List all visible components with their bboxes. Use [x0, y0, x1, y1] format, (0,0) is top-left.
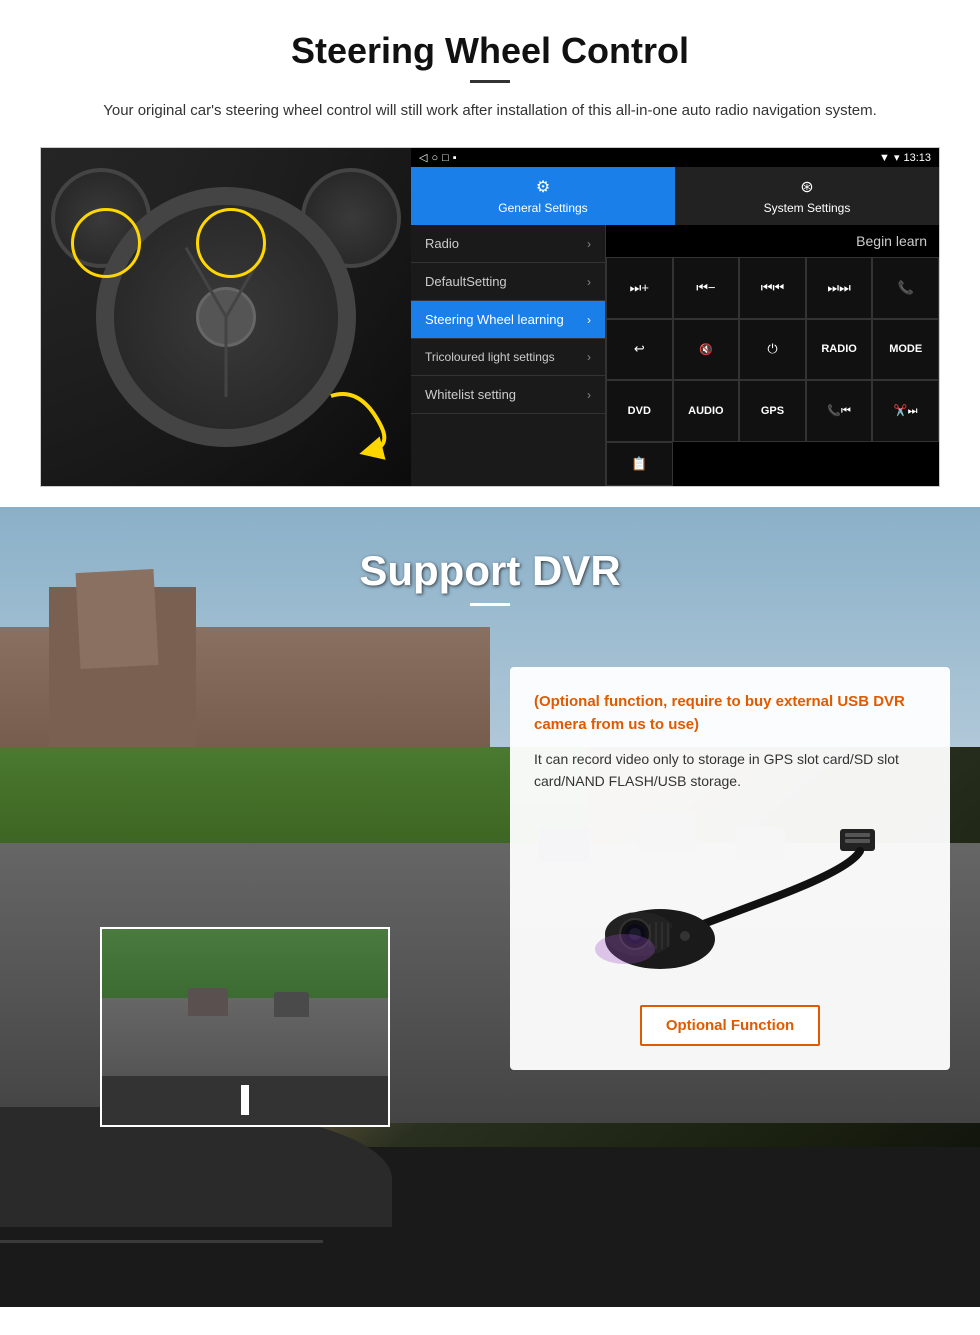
ctrl-vol-up[interactable]: ⏭+ — [606, 257, 673, 319]
chevron-icon: › — [587, 350, 591, 364]
dvr-info-card: (Optional function, require to buy exter… — [510, 667, 950, 1070]
dvr-title: Support DVR — [0, 547, 980, 595]
optional-function-button[interactable]: Optional Function — [640, 1005, 820, 1046]
dvr-optional-text: (Optional function, require to buy exter… — [534, 691, 926, 736]
title-divider — [470, 80, 510, 83]
menu-list: Radio › DefaultSetting › Steering Wheel … — [411, 225, 606, 486]
system-icon: ⊛ — [800, 177, 813, 197]
ctrl-gps[interactable]: GPS — [739, 380, 806, 442]
steering-panel: ◁ ○ □ ▪ ▼ ▾ 13:13 ⚙ General Settings ⊛ S… — [40, 147, 940, 487]
statusbar-time: 13:13 — [903, 152, 931, 164]
chevron-icon: › — [587, 388, 591, 402]
camera-svg — [570, 819, 890, 979]
menu-item-steering[interactable]: Steering Wheel learning › — [411, 301, 605, 339]
arrow-indicator — [311, 376, 401, 466]
ctrl-extra[interactable]: 📋 — [606, 442, 673, 486]
menu-item-whitelist[interactable]: Whitelist setting › — [411, 376, 605, 414]
dvr-camera-image — [534, 809, 926, 989]
begin-learn-row: Begin learn — [606, 225, 939, 257]
tab-general-settings[interactable]: ⚙ General Settings — [411, 167, 675, 225]
tab-system-label: System Settings — [764, 201, 851, 215]
android-tabs: ⚙ General Settings ⊛ System Settings — [411, 167, 939, 225]
ctrl-radio[interactable]: RADIO — [806, 319, 873, 381]
tab-system-settings[interactable]: ⊛ System Settings — [675, 167, 939, 225]
highlight-circle-right — [196, 208, 266, 278]
ctrl-next-track[interactable]: ⏭⏭ — [806, 257, 873, 319]
ctrl-prev-track[interactable]: ⏮⏮ — [739, 257, 806, 319]
ctrl-phone-prev[interactable]: 📞⏮ — [806, 380, 873, 442]
thumbnail-road-scene — [102, 929, 388, 1125]
steering-section: Steering Wheel Control Your original car… — [0, 0, 980, 507]
android-statusbar: ◁ ○ □ ▪ ▼ ▾ 13:13 — [411, 148, 939, 167]
highlight-circle-left — [71, 208, 141, 278]
gear-icon: ⚙ — [536, 177, 550, 197]
signal-icon: ▼ — [879, 152, 890, 164]
control-grid: Begin learn ⏭+ ⏮− ⏮⏮ ⏭⏭ 📞 ↩ 🔇 ⏻ RADIO MO… — [606, 225, 939, 486]
menu-item-radio[interactable]: Radio › — [411, 225, 605, 263]
android-ui: ◁ ○ □ ▪ ▼ ▾ 13:13 ⚙ General Settings ⊛ S… — [411, 148, 939, 486]
dvr-divider — [470, 603, 510, 606]
ctrl-dvd[interactable]: DVD — [606, 380, 673, 442]
wifi-icon: ▾ — [894, 151, 900, 164]
menu-item-tricolour[interactable]: Tricoloured light settings › — [411, 339, 605, 376]
nav-back-icon: ◁ — [419, 151, 427, 164]
road-line — [241, 1085, 249, 1115]
ctrl-mute[interactable]: 🔇 — [673, 319, 740, 381]
begin-learn-button[interactable]: Begin learn — [856, 233, 927, 249]
steering-photo — [41, 148, 411, 486]
ctrl-audio[interactable]: AUDIO — [673, 380, 740, 442]
steering-subtitle: Your original car's steering wheel contr… — [80, 99, 900, 123]
ctrl-mode[interactable]: MODE — [872, 319, 939, 381]
ctrl-back[interactable]: ↩ — [606, 319, 673, 381]
ctrl-vol-down[interactable]: ⏮− — [673, 257, 740, 319]
ctrl-phone[interactable]: 📞 — [872, 257, 939, 319]
ctrl-power[interactable]: ⏻ — [739, 319, 806, 381]
chevron-icon: › — [587, 237, 591, 251]
dvr-thumbnail — [100, 927, 390, 1127]
nav-square-icon: □ — [442, 152, 449, 164]
nav-home-icon: ○ — [431, 152, 438, 164]
nav-menu-icon: ▪ — [453, 152, 457, 164]
steering-title: Steering Wheel Control — [40, 30, 940, 72]
chevron-icon: › — [587, 275, 591, 289]
android-content: Radio › DefaultSetting › Steering Wheel … — [411, 225, 939, 486]
dvr-description: It can record video only to storage in G… — [534, 748, 926, 793]
tab-general-label: General Settings — [498, 201, 587, 215]
dvr-title-section: Support DVR — [0, 507, 980, 626]
chevron-icon: › — [587, 313, 591, 327]
dvr-section: Support DVR (Optional function, require … — [0, 507, 980, 1307]
ctrl-cut-next[interactable]: ✂️⏭ — [872, 380, 939, 442]
menu-item-default[interactable]: DefaultSetting › — [411, 263, 605, 301]
